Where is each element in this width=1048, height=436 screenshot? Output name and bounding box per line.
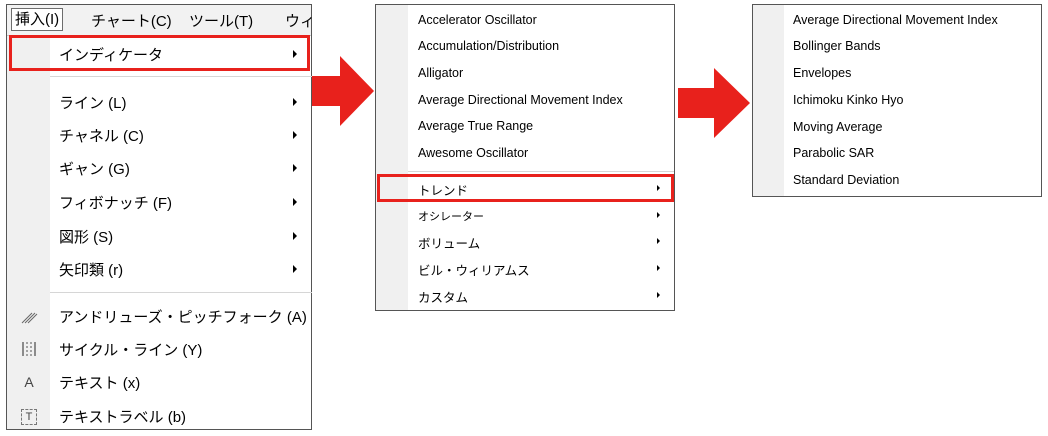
menu-item-label: チャネル (C) bbox=[59, 128, 144, 145]
text-label-icon: T bbox=[21, 409, 37, 425]
menu-tools[interactable]: ツール(T) bbox=[189, 10, 253, 31]
cycle-lines-icon bbox=[20, 340, 38, 358]
menu-item-cycle-lines[interactable]: サイクル・ライン (Y) bbox=[7, 332, 311, 366]
menu-item-custom[interactable]: カスタム bbox=[376, 282, 674, 308]
submenu-arrow-icon bbox=[293, 198, 297, 206]
menu-item-fibonacci[interactable]: フィボナッチ (F) bbox=[7, 185, 311, 219]
menu-item-andrews-pitchfork[interactable]: アンドリューズ・ピッチフォーク (A) bbox=[7, 299, 311, 333]
trend-menu-panel: Average Directional Movement Index Bolli… bbox=[752, 4, 1042, 197]
menu-item-label: Average True Range bbox=[418, 119, 534, 133]
menu-item-admi[interactable]: Average Directional Movement Index bbox=[753, 8, 1041, 34]
submenu-arrow-icon bbox=[293, 98, 297, 106]
menu-separator bbox=[408, 171, 674, 172]
menu-item-label: アンドリューズ・ピッチフォーク (A) bbox=[59, 309, 307, 326]
menu-item-label: Average Directional Movement Index bbox=[418, 93, 623, 107]
menu-item-average-true-range[interactable]: Average True Range bbox=[376, 114, 674, 140]
submenu-arrow-icon bbox=[657, 292, 660, 298]
menu-item-text[interactable]: A テキスト (x) bbox=[7, 365, 311, 399]
indicator-menu-panel: Accelerator Oscillator Accumulation/Dist… bbox=[375, 4, 675, 311]
menu-chart[interactable]: チャート(C) bbox=[91, 10, 172, 31]
menu-item-oscillators[interactable]: オシレーター bbox=[376, 202, 674, 228]
insert-menu-panel: 挿入(I) チャート(C) ツール(T) ウィ インディケータ ライン (L) … bbox=[6, 4, 315, 433]
right-arrow-icon bbox=[312, 56, 374, 126]
menu-item-shapes[interactable]: 図形 (S) bbox=[7, 219, 311, 253]
menu-item-arrows[interactable]: 矢印類 (r) bbox=[7, 252, 311, 286]
menu-item-label: Parabolic SAR bbox=[793, 146, 875, 160]
menu-item-gann[interactable]: ギャン (G) bbox=[7, 151, 311, 185]
menu-window[interactable]: ウィ bbox=[285, 10, 315, 31]
menu-item-label: サイクル・ライン (Y) bbox=[59, 342, 203, 359]
menu-item-channels[interactable]: チャネル (C) bbox=[7, 118, 311, 152]
submenu-arrow-icon bbox=[293, 131, 297, 139]
text-icon: A bbox=[24, 374, 34, 390]
menu-item-alligator[interactable]: Alligator bbox=[376, 61, 674, 87]
menu-bar: 挿入(I) チャート(C) ツール(T) ウィ bbox=[7, 5, 315, 36]
menu-item-label: ビル・ウィリアムス bbox=[418, 264, 530, 278]
menu-item-text-label[interactable]: T テキストラベル (b) bbox=[7, 399, 311, 433]
pitchfork-icon bbox=[20, 307, 38, 325]
menu-item-label: ボリューム bbox=[418, 237, 481, 251]
menu-item-volume[interactable]: ボリューム bbox=[376, 228, 674, 254]
menu-item-admi[interactable]: Average Directional Movement Index bbox=[376, 88, 674, 114]
menu-item-label: Envelopes bbox=[793, 66, 852, 80]
right-arrow-icon bbox=[678, 68, 750, 138]
highlight-box bbox=[9, 35, 310, 71]
menu-item-label: Standard Deviation bbox=[793, 173, 900, 187]
menu-item-lines[interactable]: ライン (L) bbox=[7, 85, 311, 119]
menu-item-label: Ichimoku Kinko Hyo bbox=[793, 93, 904, 107]
menu-item-label: Accelerator Oscillator bbox=[418, 13, 537, 27]
menu-item-label: テキストラベル (b) bbox=[59, 409, 187, 426]
submenu-arrow-icon bbox=[657, 265, 660, 271]
menu-separator bbox=[50, 292, 312, 293]
menu-item-label: Awesome Oscillator bbox=[418, 146, 529, 160]
submenu-arrow-icon bbox=[657, 238, 660, 244]
menu-item-label: フィボナッチ (F) bbox=[59, 195, 173, 212]
menu-item-parabolic-sar[interactable]: Parabolic SAR bbox=[753, 141, 1041, 167]
submenu-arrow-icon bbox=[293, 265, 297, 273]
menu-item-label: Alligator bbox=[418, 66, 464, 80]
menu-item-accelerator-oscillator[interactable]: Accelerator Oscillator bbox=[376, 8, 674, 34]
menu-item-label: 図形 (S) bbox=[59, 229, 114, 246]
menu-item-awesome-oscillator[interactable]: Awesome Oscillator bbox=[376, 141, 674, 167]
menu-item-label: オシレーター bbox=[418, 211, 484, 223]
menu-item-standard-deviation[interactable]: Standard Deviation bbox=[753, 168, 1041, 194]
submenu-arrow-icon bbox=[293, 232, 297, 240]
menu-item-ichimoku[interactable]: Ichimoku Kinko Hyo bbox=[753, 88, 1041, 114]
menu-item-label: Accumulation/Distribution bbox=[418, 39, 560, 53]
menu-item-label: ギャン (G) bbox=[59, 161, 130, 178]
menu-item-accumulation-distribution[interactable]: Accumulation/Distribution bbox=[376, 34, 674, 60]
highlight-box bbox=[377, 174, 674, 202]
menu-item-label: Bollinger Bands bbox=[793, 39, 881, 53]
menu-item-bill-williams[interactable]: ビル・ウィリアムス bbox=[376, 255, 674, 281]
menu-item-envelopes[interactable]: Envelopes bbox=[753, 61, 1041, 87]
menu-item-label: ライン (L) bbox=[59, 95, 127, 112]
menu-separator bbox=[50, 76, 312, 77]
menu-item-label: Average Directional Movement Index bbox=[793, 13, 998, 27]
menu-insert[interactable]: 挿入(I) bbox=[11, 8, 64, 31]
submenu-arrow-icon bbox=[293, 164, 297, 172]
menu-item-moving-average[interactable]: Moving Average bbox=[753, 115, 1041, 141]
menu-item-label: テキスト (x) bbox=[59, 375, 141, 392]
menu-item-label: カスタム bbox=[418, 291, 469, 305]
menu-item-bollinger-bands[interactable]: Bollinger Bands bbox=[753, 34, 1041, 60]
menu-item-label: 矢印類 (r) bbox=[59, 262, 124, 279]
submenu-arrow-icon bbox=[657, 212, 660, 218]
menu-item-label: Moving Average bbox=[793, 120, 883, 134]
